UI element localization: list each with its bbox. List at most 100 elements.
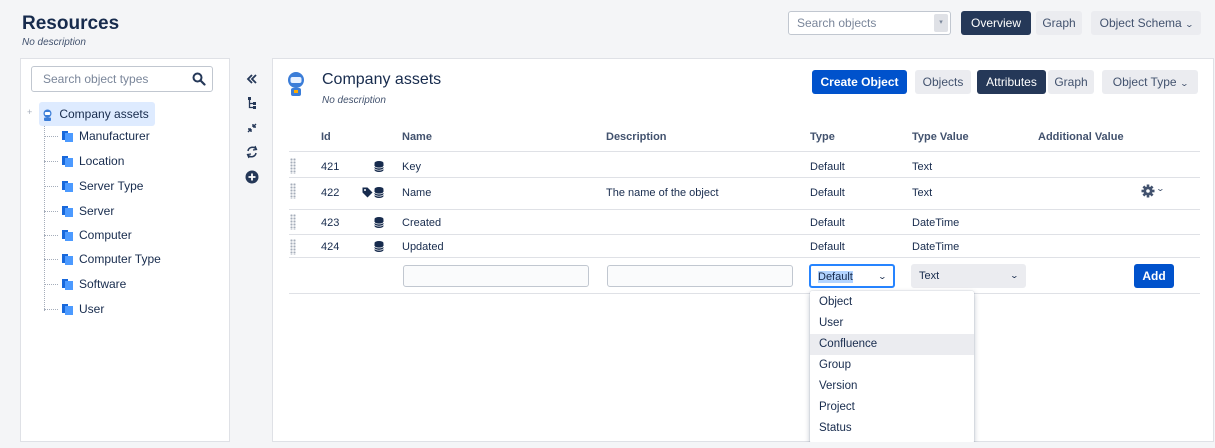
tree-item-label: Software bbox=[79, 277, 127, 291]
dropdown-option-user[interactable]: User bbox=[810, 313, 974, 334]
tree-root-label: Company assets bbox=[59, 107, 149, 121]
tree-item-label: Server bbox=[79, 204, 115, 218]
object-schema-button[interactable]: Object Schema ⌄ bbox=[1091, 11, 1201, 35]
tree-item-computer[interactable]: Computer bbox=[44, 226, 132, 244]
chevron-down-icon: ⌄ bbox=[1184, 20, 1194, 29]
dropdown-option-confluence[interactable]: Confluence bbox=[810, 334, 974, 355]
tab-attributes[interactable]: Attributes bbox=[977, 70, 1046, 94]
add-button[interactable]: Add bbox=[1134, 264, 1174, 288]
row-id: 423 bbox=[321, 217, 340, 229]
search-dropdown-icon[interactable]: ▾ bbox=[934, 14, 948, 32]
column-header-additional-value: Additional Value bbox=[1038, 131, 1124, 143]
row-name: Name bbox=[402, 187, 432, 199]
footer-strip bbox=[0, 442, 1215, 448]
folder-icon bbox=[62, 279, 73, 291]
drag-handle-icon[interactable] bbox=[290, 183, 296, 199]
column-header-description: Description bbox=[606, 131, 667, 143]
new-name-input[interactable] bbox=[404, 266, 588, 286]
tree-expand-icon[interactable]: + bbox=[27, 107, 32, 117]
tree-icon[interactable] bbox=[245, 96, 259, 110]
row-type: Default bbox=[810, 161, 845, 173]
tree-item-label: Computer Type bbox=[79, 252, 161, 266]
tree-item-manufacturer[interactable]: Manufacturer bbox=[44, 127, 150, 145]
collapse-icon[interactable] bbox=[245, 72, 259, 86]
new-description-input[interactable] bbox=[608, 266, 792, 286]
tree-item-label: Manufacturer bbox=[79, 129, 150, 143]
folder-icon bbox=[62, 181, 73, 193]
tree-item-server[interactable]: Server bbox=[44, 202, 114, 220]
object-type-menu-button[interactable]: Object Type ⌄ bbox=[1102, 70, 1198, 94]
row-type: Default bbox=[810, 241, 845, 253]
create-object-button[interactable]: Create Object bbox=[812, 70, 907, 94]
table-divider bbox=[289, 293, 1200, 294]
chevron-down-icon: ⌄ bbox=[1179, 79, 1189, 88]
graph-button[interactable]: Graph bbox=[1036, 11, 1082, 35]
tree-item-server-type[interactable]: Server Type bbox=[44, 177, 143, 195]
row-type: Default bbox=[810, 217, 845, 229]
database-icon bbox=[374, 187, 384, 198]
object-type-title: Company assets bbox=[322, 71, 442, 88]
object-type-search-input[interactable] bbox=[32, 67, 182, 91]
page-description: No description bbox=[22, 37, 86, 48]
drag-handle-icon[interactable] bbox=[290, 214, 296, 230]
type-value-select[interactable]: Text ⌄ bbox=[911, 264, 1026, 288]
type-select[interactable]: Default ⌄ bbox=[809, 264, 895, 288]
table-divider bbox=[289, 177, 1200, 178]
type-select-value: Default bbox=[818, 271, 853, 283]
tree-item-computer-type[interactable]: Computer Type bbox=[44, 250, 161, 268]
search-objects-input[interactable] bbox=[789, 12, 929, 34]
tree-item-label: Computer bbox=[79, 228, 132, 242]
row-description: The name of the object bbox=[606, 187, 719, 199]
drag-handle-icon[interactable] bbox=[290, 158, 296, 174]
chevron-down-icon: ⌄ bbox=[877, 272, 888, 281]
label-tag-icon bbox=[362, 187, 373, 198]
dropdown-option-version[interactable]: Version bbox=[810, 376, 974, 397]
folder-icon bbox=[62, 230, 73, 242]
new-name-field[interactable] bbox=[403, 265, 589, 287]
attributes-panel: Company assets No description Create Obj… bbox=[273, 58, 1214, 443]
row-name: Updated bbox=[402, 241, 444, 253]
database-icon bbox=[374, 241, 384, 252]
dropdown-option-status[interactable]: Status bbox=[810, 418, 974, 439]
folder-icon bbox=[62, 156, 73, 168]
dropdown-option-group[interactable]: Group bbox=[810, 355, 974, 376]
tree-item-location[interactable]: Location bbox=[44, 152, 124, 170]
chevron-down-icon: ⌄ bbox=[1009, 271, 1020, 280]
object-type-search[interactable] bbox=[31, 66, 213, 92]
overview-button[interactable]: Overview bbox=[961, 11, 1031, 35]
gear-icon[interactable] bbox=[1141, 184, 1155, 198]
tree-item-user[interactable]: User bbox=[44, 300, 104, 318]
refresh-icon[interactable] bbox=[245, 145, 259, 159]
object-type-description: No description bbox=[322, 95, 386, 106]
tree-item-label: User bbox=[79, 302, 105, 316]
row-id: 424 bbox=[321, 241, 340, 253]
tab-graph[interactable]: Graph bbox=[1048, 70, 1094, 94]
new-description-field[interactable] bbox=[607, 265, 793, 287]
tree-item-software[interactable]: Software bbox=[44, 275, 126, 293]
row-type-value: DateTime bbox=[912, 217, 960, 229]
row-type: Default bbox=[810, 187, 845, 199]
tab-objects[interactable]: Objects bbox=[915, 70, 971, 94]
tree-item-company-assets[interactable]: Company assets bbox=[39, 102, 155, 126]
object-type-tree-panel: + Company assets Manufacturer Location S… bbox=[20, 58, 229, 442]
dropdown-option-object[interactable]: Object bbox=[810, 292, 974, 313]
type-value-select-value: Text bbox=[919, 270, 940, 282]
row-name: Key bbox=[402, 161, 421, 173]
row-type-value: DateTime bbox=[912, 241, 960, 253]
tree-item-label: Server Type bbox=[79, 179, 144, 193]
tree-item-label: Location bbox=[79, 154, 125, 168]
type-dropdown-menu: Object User Confluence Group Version Pro… bbox=[810, 291, 974, 443]
column-header-id: Id bbox=[321, 131, 331, 143]
search-objects-box[interactable]: ▾ bbox=[788, 11, 951, 35]
column-header-name: Name bbox=[402, 131, 432, 143]
compress-icon[interactable] bbox=[245, 121, 259, 135]
add-circle-icon[interactable] bbox=[245, 170, 259, 184]
chevron-down-icon[interactable]: ⌄ bbox=[1156, 184, 1165, 193]
search-icon[interactable] bbox=[192, 72, 206, 86]
database-icon bbox=[374, 161, 384, 172]
folder-icon bbox=[62, 254, 73, 266]
drag-handle-icon[interactable] bbox=[290, 239, 296, 255]
column-header-type: Type bbox=[810, 131, 835, 143]
page-title: Resources bbox=[22, 13, 120, 34]
dropdown-option-project[interactable]: Project bbox=[810, 397, 974, 418]
